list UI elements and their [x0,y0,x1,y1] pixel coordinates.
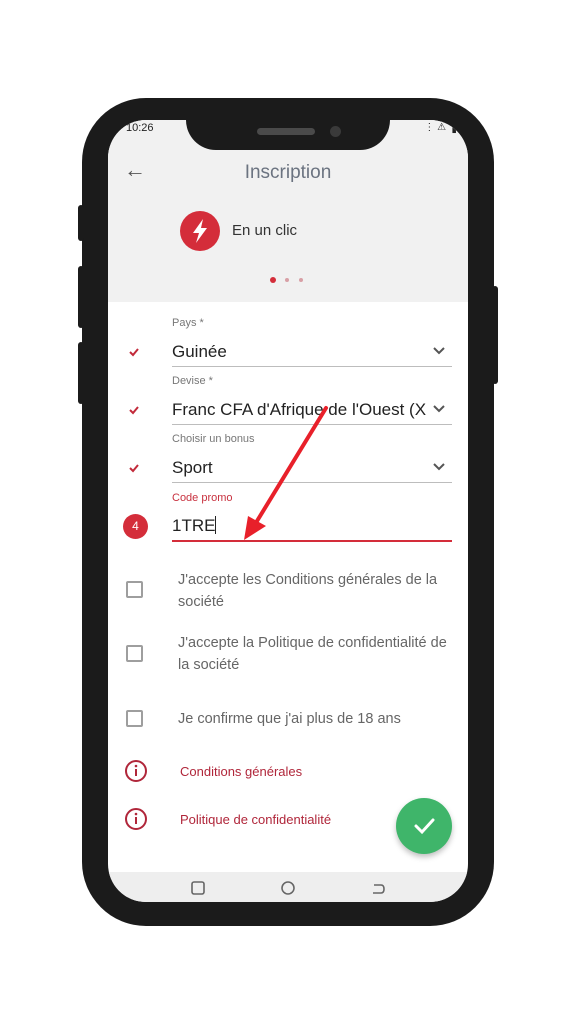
step-number: 4 [132,519,139,533]
app-screen: 10:26 ⋮ ⚠ ▐ ← Inscription En un clic Pay… [108,120,468,902]
volume-up-button [78,205,84,241]
currency-underline [172,424,452,425]
privacy-link[interactable]: Politique de confidentialité [180,812,331,827]
country-underline [172,366,452,367]
pager-dot-active[interactable] [270,277,276,283]
country-select[interactable]: Guinée [172,342,422,362]
registration-mode-label: En un clic [232,222,298,239]
promo-code-input[interactable]: 1TRE [172,516,422,536]
terms-checkbox-label: J'accepte les Conditions générales de la… [178,572,438,610]
chevron-down-icon[interactable] [430,400,448,418]
terms-checkbox[interactable] [126,581,143,598]
bonus-label: Choisir un bonus [172,433,255,445]
check-icon [129,464,139,473]
power-button [492,286,498,384]
back-nav-icon[interactable] [370,880,386,896]
chevron-down-icon[interactable] [430,458,448,476]
text-cursor [215,516,217,534]
bonus-select[interactable]: Sport [172,458,422,478]
privacy-checkbox-label: J'accepte la Politique de confidentialit… [178,635,447,673]
system-nav-bar [108,872,468,902]
recent-apps-icon[interactable] [190,880,206,896]
status-time: 10:26 [126,122,154,134]
checkmark-icon [414,818,435,835]
volume-down-button [78,266,84,328]
status-icons: ⋮ ⚠ ▐ [424,122,456,133]
front-camera [330,126,341,137]
info-icon [125,760,147,782]
phone-notch [186,98,390,150]
confirm-button[interactable] [396,798,452,854]
home-icon[interactable] [280,880,296,896]
step-number-badge: 4 [123,514,148,539]
country-label: Pays * [172,317,204,329]
bonus-underline [172,482,452,483]
lightning-bolt-icon [180,211,220,251]
currency-label: Devise * [172,375,213,387]
phone-speaker [257,128,315,135]
privacy-checkbox[interactable] [126,645,143,662]
currency-select[interactable]: Franc CFA d'Afrique de l'Ouest (X [172,400,430,420]
info-icon [125,808,147,830]
check-icon [129,406,139,415]
pager-dot[interactable] [285,278,289,282]
age-checkbox[interactable] [126,710,143,727]
check-icon [129,348,139,357]
promo-underline [172,540,452,542]
pager-dot[interactable] [299,278,303,282]
promo-label: Code promo [172,492,233,504]
promo-code-value: 1TRE [172,516,216,535]
age-checkbox-label: Je confirme que j'ai plus de 18 ans [178,711,401,727]
page-title: Inscription [244,162,332,183]
chevron-down-icon[interactable] [430,342,448,360]
side-button-left [78,342,84,404]
terms-link[interactable]: Conditions générales [180,764,302,779]
